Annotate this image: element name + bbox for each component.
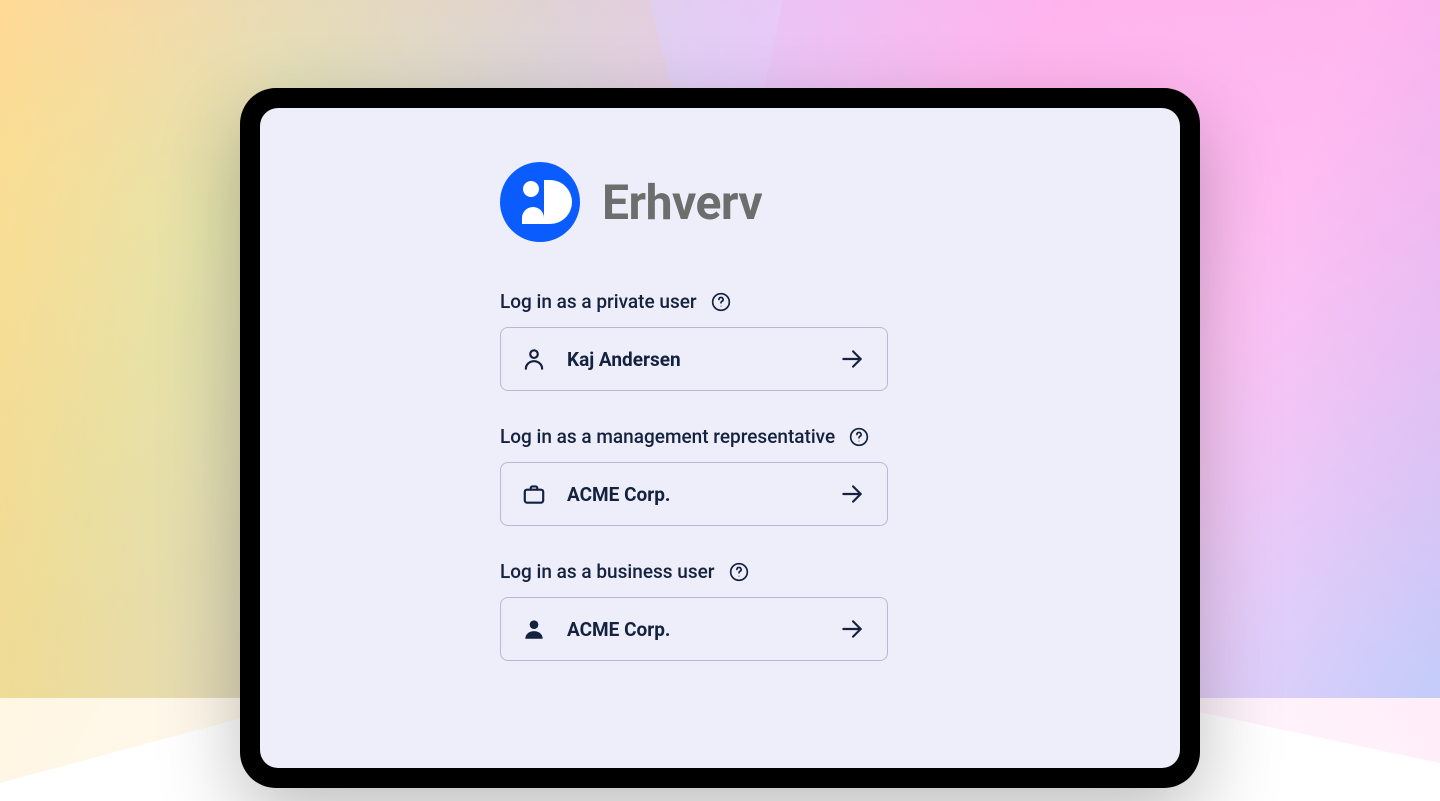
login-panel: Erhverv Log in as a private user [500,162,920,695]
person-solid-icon [521,616,547,642]
mitid-logo-icon [500,162,580,242]
person-outline-icon [521,346,547,372]
section-label-business: Log in as a business user [500,560,715,583]
device-screen: Erhverv Log in as a private user [260,108,1180,768]
section-label-management: Log in as a management representative [500,425,835,448]
login-option-management[interactable]: ACME Corp. [500,462,888,526]
section-management-rep: Log in as a management representative AC… [500,425,920,526]
briefcase-icon [521,481,547,507]
section-label-row: Log in as a management representative [500,425,920,448]
help-icon[interactable] [729,562,749,582]
help-icon[interactable] [711,292,731,312]
section-label-row: Log in as a private user [500,290,920,313]
brand-row: Erhverv [500,162,920,242]
option-name: Kaj Andersen [567,348,839,371]
section-business-user: Log in as a business user ACME Corp. [500,560,920,661]
section-label-private: Log in as a private user [500,290,697,313]
section-label-row: Log in as a business user [500,560,920,583]
help-icon[interactable] [849,427,869,447]
brand-title: Erhverv [602,174,762,231]
section-private-user: Log in as a private user Kaj Andersen [500,290,920,391]
device-frame: Erhverv Log in as a private user [240,88,1200,788]
login-option-private[interactable]: Kaj Andersen [500,327,888,391]
arrow-right-icon [839,616,865,642]
arrow-right-icon [839,346,865,372]
arrow-right-icon [839,481,865,507]
option-name: ACME Corp. [567,483,839,506]
option-name: ACME Corp. [567,618,839,641]
login-option-business[interactable]: ACME Corp. [500,597,888,661]
